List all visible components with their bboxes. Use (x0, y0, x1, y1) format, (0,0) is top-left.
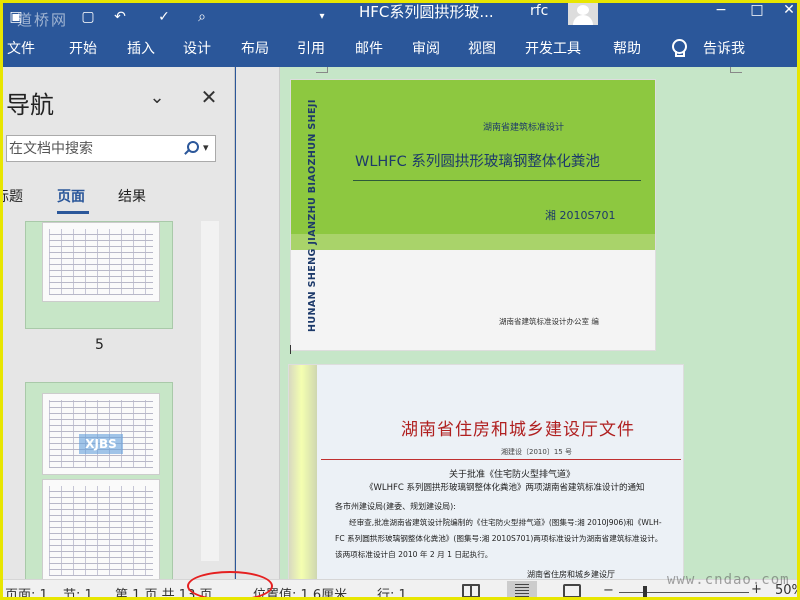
cover-light-band (291, 234, 655, 250)
cover-rule (353, 180, 641, 181)
nav-search-input[interactable] (7, 136, 177, 161)
vertical-ruler (236, 67, 280, 579)
user-avatar[interactable] (568, 3, 598, 25)
nav-search-box: ▾ (6, 135, 216, 162)
tab-developer[interactable]: 开发工具 (525, 38, 581, 58)
thumbnail-scrollbar[interactable] (201, 221, 219, 561)
cover-publisher: 湖南省建筑标准设计办公室 编 (499, 317, 599, 326)
tab-mailings[interactable]: 邮件 (355, 38, 383, 58)
title-bar: 道桥网 ▣ ▢ ↶ ✓ ⌕ ▾ HFC系列圆拱形玻... rfc − □ ✕ (3, 3, 797, 31)
cover-org: 湖南省建筑标准设计 (483, 123, 565, 133)
scan-spine (289, 365, 317, 583)
tab-file[interactable]: 文件 (7, 38, 35, 58)
margin-mark (730, 67, 742, 73)
notice-subject-1: 关于批准《住宅防火型排气道》 (449, 470, 576, 480)
page-thumbnail-6[interactable]: XJBS (25, 382, 173, 583)
site-watermark: 道桥网 (17, 11, 69, 29)
cover-title: WLHFC 系列圆拱形玻璃钢整体化粪池 (355, 154, 600, 170)
cover-image[interactable]: HUNAN SHENG JIANZHU BIAOZHUN SHEJI 湖南省建筑… (290, 79, 656, 351)
word-window: 道桥网 ▣ ▢ ↶ ✓ ⌕ ▾ HFC系列圆拱形玻... rfc − □ ✕ 文… (0, 0, 800, 600)
user-name[interactable]: rfc (530, 3, 548, 19)
cover-vertical-text: HUNAN SHENG JIANZHU BIAOZHUN SHEJI (307, 99, 318, 332)
document-area: HUNAN SHENG JIANZHU BIAOZHUN SHEJI 湖南省建筑… (236, 67, 797, 584)
chevron-down-icon[interactable]: ⌄ (147, 87, 167, 108)
tab-results[interactable]: 结果 (118, 186, 146, 206)
notice-image[interactable]: 湖南省住房和城乡建设厅文件 湘建设〔2010〕15 号 关于批准《住宅防火型排气… (288, 364, 684, 584)
check-icon[interactable]: ✓ (157, 3, 171, 31)
tab-home[interactable]: 开始 (69, 38, 97, 58)
notice-salutation: 各市州建设局(建委、规划建设局): (335, 502, 456, 511)
thumbnail-page-number: 5 (95, 337, 104, 353)
active-tab-underline (57, 211, 89, 214)
lightbulb-icon[interactable] (671, 39, 687, 57)
tab-pages[interactable]: 页面 (57, 186, 85, 206)
search-options-arrow-icon[interactable]: ▾ (203, 141, 209, 154)
customize-qat-icon[interactable]: ▾ (315, 3, 329, 31)
notice-body-2: FC 系列圆拱形玻璃钢整体化粪池》(图集号:湘 2010S701)两项标准设计为… (335, 534, 663, 543)
notice-red-rule (321, 459, 681, 460)
navigation-pane: 导航 ⌄ ✕ ▾ 标题 页面 结果 5 XJBS (3, 67, 235, 583)
tab-design[interactable]: 设计 (183, 38, 211, 58)
close-icon[interactable]: ✕ (199, 85, 219, 109)
undo-icon[interactable]: ↶ (113, 3, 127, 31)
minimize-icon[interactable]: − (707, 3, 735, 25)
thumbnail-watermark: XJBS (79, 434, 123, 454)
thumbnail-page-image (42, 222, 160, 302)
notice-doc-number: 湘建设〔2010〕15 号 (501, 448, 572, 456)
search-icon[interactable] (183, 141, 199, 155)
thumbnail-page-image: XJBS (42, 393, 160, 475)
notice-heading: 湖南省住房和城乡建设厅文件 (401, 420, 635, 440)
text-cursor (290, 345, 291, 354)
margin-mark (316, 67, 328, 73)
tab-layout[interactable]: 布局 (241, 38, 269, 58)
web-layout-icon[interactable] (563, 584, 581, 597)
notice-body-3: 该两项标准设计自 2010 年 2 月 1 日起执行。 (335, 550, 493, 559)
notice-subject-2: 《WLHFC 系列圆拱形玻璃钢整体化粪池》两项湖南省建筑标准设计的通知 (365, 483, 645, 493)
tab-references[interactable]: 引用 (297, 38, 325, 58)
tab-insert[interactable]: 插入 (127, 38, 155, 58)
tab-help[interactable]: 帮助 (613, 38, 641, 58)
tab-headings[interactable]: 标题 (3, 186, 23, 206)
close-window-icon[interactable]: ✕ (775, 3, 797, 25)
read-mode-icon[interactable] (462, 584, 480, 597)
status-section[interactable]: 节: 1 (63, 584, 93, 597)
document-page[interactable]: HUNAN SHENG JIANZHU BIAOZHUN SHEJI 湖南省建筑… (280, 67, 797, 584)
navigation-title: 导航 (6, 91, 54, 119)
tab-view[interactable]: 视图 (468, 38, 496, 58)
print-layout-icon[interactable] (507, 581, 537, 597)
thumbnail-page-image (42, 479, 160, 583)
status-line[interactable]: 行: 1 (377, 584, 407, 597)
tab-review[interactable]: 审阅 (412, 38, 440, 58)
site-url-watermark: www.cndao.com (667, 572, 790, 588)
notice-body-1: 经审查,批准湖南省建筑设计院编制的《住宅防火型排气道》(图集号:湘 2010J9… (349, 518, 662, 527)
document-title: HFC系列圆拱形玻... (359, 3, 494, 21)
tell-me-search[interactable]: 告诉我 (703, 38, 745, 58)
page-thumbnail-5[interactable] (25, 221, 173, 329)
zoom-slider-track[interactable] (619, 592, 749, 593)
print-preview-icon[interactable]: ⌕ (195, 3, 209, 31)
save-icon[interactable]: ▣ (9, 3, 23, 31)
new-document-icon[interactable]: ▢ (81, 3, 95, 31)
status-page[interactable]: 页面: 1 (5, 584, 48, 597)
zoom-slider-thumb[interactable] (643, 586, 647, 597)
restore-icon[interactable]: □ (743, 3, 771, 25)
highlight-ellipse (187, 571, 273, 597)
cover-code: 湘 2010S701 (545, 209, 616, 222)
zoom-out-button[interactable]: − (603, 583, 614, 597)
